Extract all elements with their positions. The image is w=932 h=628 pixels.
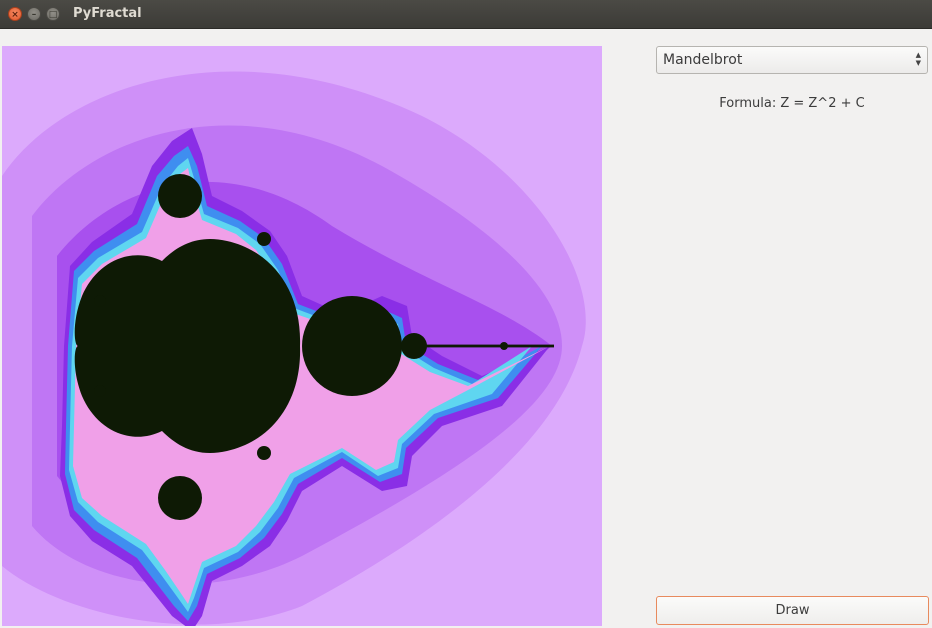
fractal-type-select[interactable]: Mandelbrot ▲ ▼ [656,46,928,74]
mandelbrot-image [2,46,602,626]
minimize-icon[interactable]: – [27,7,41,21]
window-titlebar: × – □ PyFractal [0,0,932,29]
window-title: PyFractal [73,6,142,21]
close-icon[interactable]: × [8,7,22,21]
fractal-canvas[interactable] [2,46,602,626]
fractal-type-value: Mandelbrot [663,52,743,68]
up-down-arrows-icon: ▲ ▼ [915,51,921,67]
formula-label: Formula: Z = Z^2 + C [719,96,865,111]
draw-button[interactable]: Draw [656,596,929,625]
maximize-icon[interactable]: □ [46,7,60,21]
